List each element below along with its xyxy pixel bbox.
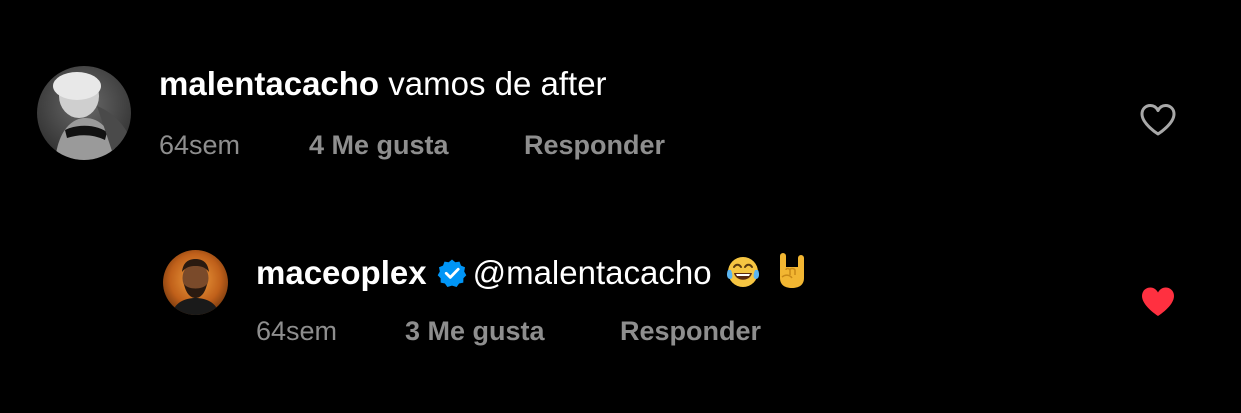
comment-text: vamos de after: [388, 65, 607, 102]
like-button[interactable]: [1139, 285, 1177, 319]
username-link[interactable]: maceoplex: [256, 254, 427, 291]
comment-line: malentacacho vamos de after: [159, 64, 607, 104]
reply-button[interactable]: Responder: [524, 129, 665, 161]
heart-filled-icon: [1142, 287, 1174, 316]
comment-item-malentacacho: malentacacho vamos de after 64sem 4 Me gu…: [0, 0, 1241, 200]
sign-of-the-horns-emoji: [774, 250, 810, 299]
likes-count-button[interactable]: 4 Me gusta: [309, 129, 524, 161]
face-with-tears-of-joy-emoji: [725, 254, 761, 299]
like-button[interactable]: [1139, 103, 1177, 137]
reply-button[interactable]: Responder: [620, 315, 761, 347]
likes-count-button[interactable]: 3 Me gusta: [405, 315, 620, 347]
username-link[interactable]: malentacacho: [159, 65, 379, 102]
timestamp: 64sem: [256, 316, 338, 346]
comment-line: maceoplex @malentacacho: [256, 250, 810, 299]
timestamp: 64sem: [159, 130, 241, 160]
mention-link[interactable]: @malentacacho: [473, 254, 712, 291]
avatar-maceoplex[interactable]: [163, 250, 228, 315]
heart-outline-icon: [1140, 104, 1176, 136]
comment-meta: 64sem 3 Me gusta Responder: [256, 315, 761, 347]
comment-item-maceoplex: maceoplex @malentacacho 64sem 3 Me gusta…: [0, 200, 1241, 413]
avatar-malentacacho[interactable]: [37, 66, 131, 160]
verified-badge-icon: [437, 257, 467, 297]
comment-meta: 64sem 4 Me gusta Responder: [159, 129, 665, 161]
